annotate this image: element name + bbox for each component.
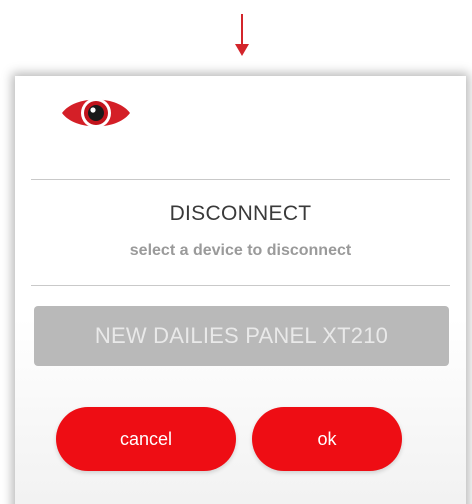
eye-icon	[62, 98, 130, 128]
dialog-subtitle: select a device to disconnect	[129, 242, 352, 259]
arrow-down-icon	[235, 14, 249, 56]
cancel-button[interactable]: cancel	[56, 407, 236, 471]
divider	[31, 179, 450, 180]
divider	[31, 285, 450, 286]
dialog-title: DISCONNECT	[169, 202, 312, 225]
device-list-item[interactable]: NEW DAILIES PANEL XT210	[34, 306, 449, 366]
disconnect-dialog: DISCONNECT select a device to disconnect…	[15, 76, 466, 504]
screen: DISCONNECT select a device to disconnect…	[0, 0, 472, 504]
ok-button[interactable]: ok	[252, 407, 402, 471]
